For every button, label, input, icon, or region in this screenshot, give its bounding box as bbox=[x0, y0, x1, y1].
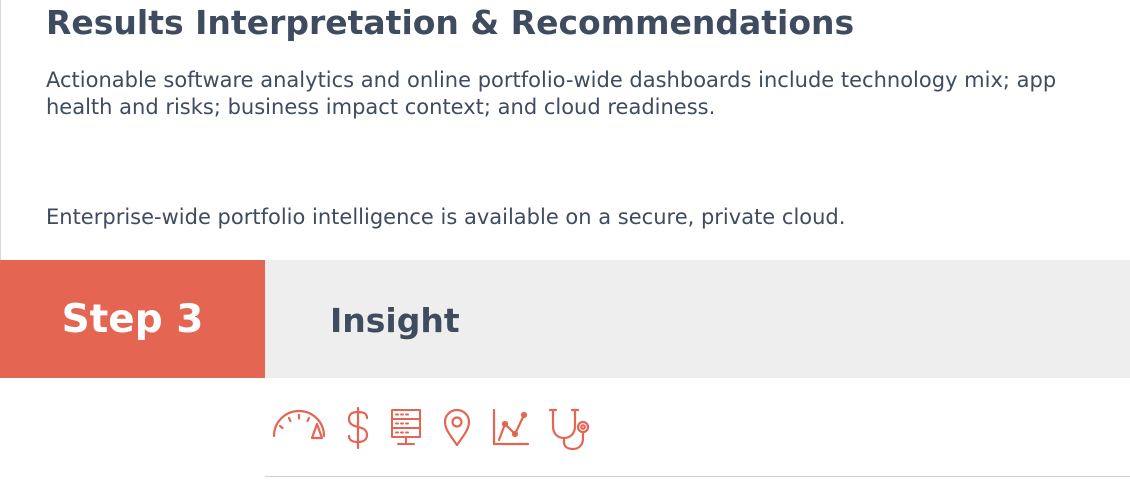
step-number-box: Step 3 bbox=[0, 260, 265, 378]
speedometer-icon bbox=[268, 400, 330, 456]
location-pin-icon bbox=[439, 400, 475, 456]
icon-row bbox=[268, 400, 608, 456]
cloud-paragraph: Enterprise-wide portfolio intelligence i… bbox=[46, 205, 846, 229]
dollar-icon bbox=[343, 400, 373, 456]
left-divider bbox=[0, 0, 1, 260]
stethoscope-icon bbox=[545, 400, 595, 456]
server-icon bbox=[386, 400, 426, 456]
step-label: Step 3 bbox=[61, 296, 204, 342]
bottom-divider bbox=[265, 476, 1130, 477]
section-title: Results Interpretation & Recommendations bbox=[46, 3, 855, 42]
line-chart-icon bbox=[488, 400, 532, 456]
intro-paragraph: Actionable software analytics and online… bbox=[46, 68, 1057, 119]
step-name: Insight bbox=[330, 301, 460, 340]
